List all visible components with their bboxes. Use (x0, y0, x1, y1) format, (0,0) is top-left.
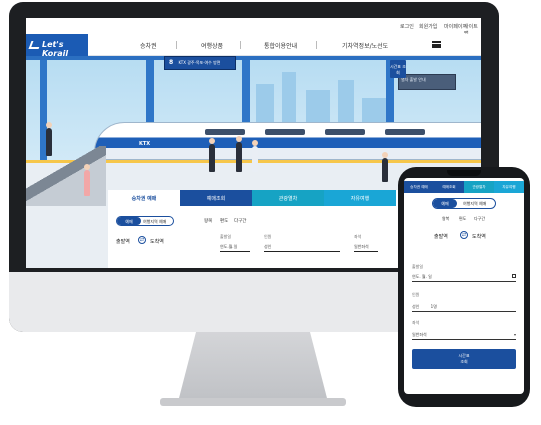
mobile-segment-region[interactable]: 여행지역 예매 (463, 201, 486, 207)
util-join-link[interactable]: 회원가입 (419, 23, 437, 30)
people-label: 인원 (264, 234, 272, 239)
nav-divider (176, 41, 177, 49)
mobile-people-select[interactable]: 성인 1명 (412, 304, 516, 312)
mobile-tab-lookup[interactable]: 예매조회 (434, 181, 464, 193)
ktx-train: KTX (94, 122, 481, 160)
product-mockup: 로그인 회원가입 마이페이지 사이트맵 Let's Korail 승차권 여행상… (0, 0, 541, 425)
departure-board: 열차 출발 안내 (398, 74, 456, 90)
booking-type-toggle: 예매 여행지역 예매 (116, 216, 174, 226)
mobile-arrival-station[interactable]: 도착역 (472, 233, 486, 240)
platform-sign-text: KTX 광주·목포·여수 방면 (178, 60, 221, 65)
tab-free-travel[interactable]: 자유여행 (324, 190, 396, 206)
mobile-tab-free[interactable]: 자유여행 (494, 181, 524, 193)
person-figure (209, 138, 215, 172)
mobile-seat-select[interactable]: 일반좌석 ▾ (412, 332, 516, 340)
mobile-screen: 승차권 예매 예매조회 관광열차 자유여행 예매 여행지역 예매 왕복 편도 다… (404, 178, 524, 394)
mobile-tab-tour[interactable]: 관광열차 (464, 181, 494, 193)
mobile-date-value: 연도. 월. 일 (412, 274, 432, 279)
mobile-swap-icon[interactable]: ⇄ (460, 231, 468, 239)
date-input[interactable]: 연도.월.일 (220, 244, 250, 252)
mobile-search-label-2: 조회 (460, 359, 468, 364)
swap-stations-icon[interactable]: ⇄ (138, 236, 146, 244)
mobile-trip-round[interactable]: 왕복 (442, 216, 449, 222)
person-figure (46, 122, 52, 156)
train-window (265, 129, 305, 135)
nav-item-stations[interactable]: 기차역정보/노선도 (342, 41, 388, 50)
seat-select[interactable]: 일반좌석 (354, 244, 378, 252)
platform-number: 8 (169, 59, 174, 66)
trip-oneway[interactable]: 편도 (220, 218, 228, 224)
station-roof (26, 56, 481, 60)
person-figure (236, 136, 242, 172)
nav-item-tickets[interactable]: 승차권 (140, 41, 157, 50)
train-window (385, 129, 425, 135)
mobile-people-value: 성인 (412, 304, 420, 309)
phone-notch (447, 170, 481, 176)
calendar-icon (512, 274, 516, 278)
tab-ticket-booking[interactable]: 승차권 예매 (108, 190, 180, 206)
mobile-date-label: 출발일 (412, 264, 424, 269)
departure-station[interactable]: 출발역 (116, 238, 130, 245)
mobile-trip-oneway[interactable]: 편도 (459, 216, 466, 222)
mobile-people-label: 인원 (412, 292, 420, 297)
escalator (26, 146, 106, 206)
mobile-seat-label: 좌석 (412, 320, 420, 325)
person-figure (252, 140, 258, 172)
nav-divider (240, 41, 241, 49)
nav-item-guide[interactable]: 통합이용안내 (264, 41, 297, 50)
tab-tour-train[interactable]: 관광열차 (252, 190, 324, 206)
person-figure (382, 152, 388, 182)
person-figure (84, 164, 90, 196)
train-brand: KTX (139, 141, 151, 147)
mobile-booking-type-toggle: 예매 여행지역 예매 (432, 198, 496, 209)
platform-sign: 8 KTX 광주·목포·여수 방면 (164, 56, 236, 70)
people-select[interactable]: 성인 (264, 244, 340, 252)
nav-item-travel[interactable]: 여행상품 (201, 41, 223, 50)
trip-round[interactable]: 왕복 (204, 218, 212, 224)
train-window (325, 129, 365, 135)
mobile-date-input[interactable]: 연도. 월. 일 (412, 274, 516, 282)
monitor-stand-base (160, 398, 346, 406)
mobile-segment-booking[interactable]: 예매 (433, 199, 457, 208)
utility-bar: 로그인 회원가입 마이페이지 사이트맵 (26, 18, 481, 37)
trip-multi[interactable]: 다구간 (234, 218, 246, 224)
chevron-down-icon: ▾ (513, 332, 516, 337)
mobile-search-label-1: 시간표 (458, 353, 470, 358)
util-login-link[interactable]: 로그인 (400, 23, 414, 30)
date-label: 출발일 (220, 234, 232, 239)
korail-logo[interactable]: Let's Korail (26, 34, 88, 58)
mobile-timetable-search-button[interactable]: 시간표 조회 (412, 349, 516, 369)
mobile-tabs: 승차권 예매 예매조회 관광열차 자유여행 (404, 181, 524, 193)
seat-label: 좌석 (354, 234, 362, 239)
tab-booking-lookup[interactable]: 예매조회 (180, 190, 252, 206)
monitor-stand (178, 332, 328, 402)
menu-icon[interactable] (432, 41, 441, 48)
nav-divider (316, 41, 317, 49)
mobile-people-count: 1명 (430, 304, 437, 309)
main-nav: Let's Korail 승차권 여행상품 통합이용안내 기차역정보/노선도 (26, 34, 481, 58)
arrival-station[interactable]: 도착역 (150, 238, 164, 245)
segment-booking[interactable]: 예매 (117, 217, 141, 225)
timetable-search-button[interactable]: 시간표 조회 (390, 60, 406, 78)
train-window (205, 129, 245, 135)
mobile-tab-booking[interactable]: 승차권 예매 (404, 181, 434, 193)
mobile-trip-multi[interactable]: 다구간 (474, 216, 485, 222)
mobile-seat-value: 일반좌석 (412, 332, 427, 337)
segment-region-booking[interactable]: 여행지역 예매 (143, 219, 166, 225)
korail-logo-icon (28, 41, 42, 49)
mobile-departure-station[interactable]: 출발역 (434, 233, 448, 240)
